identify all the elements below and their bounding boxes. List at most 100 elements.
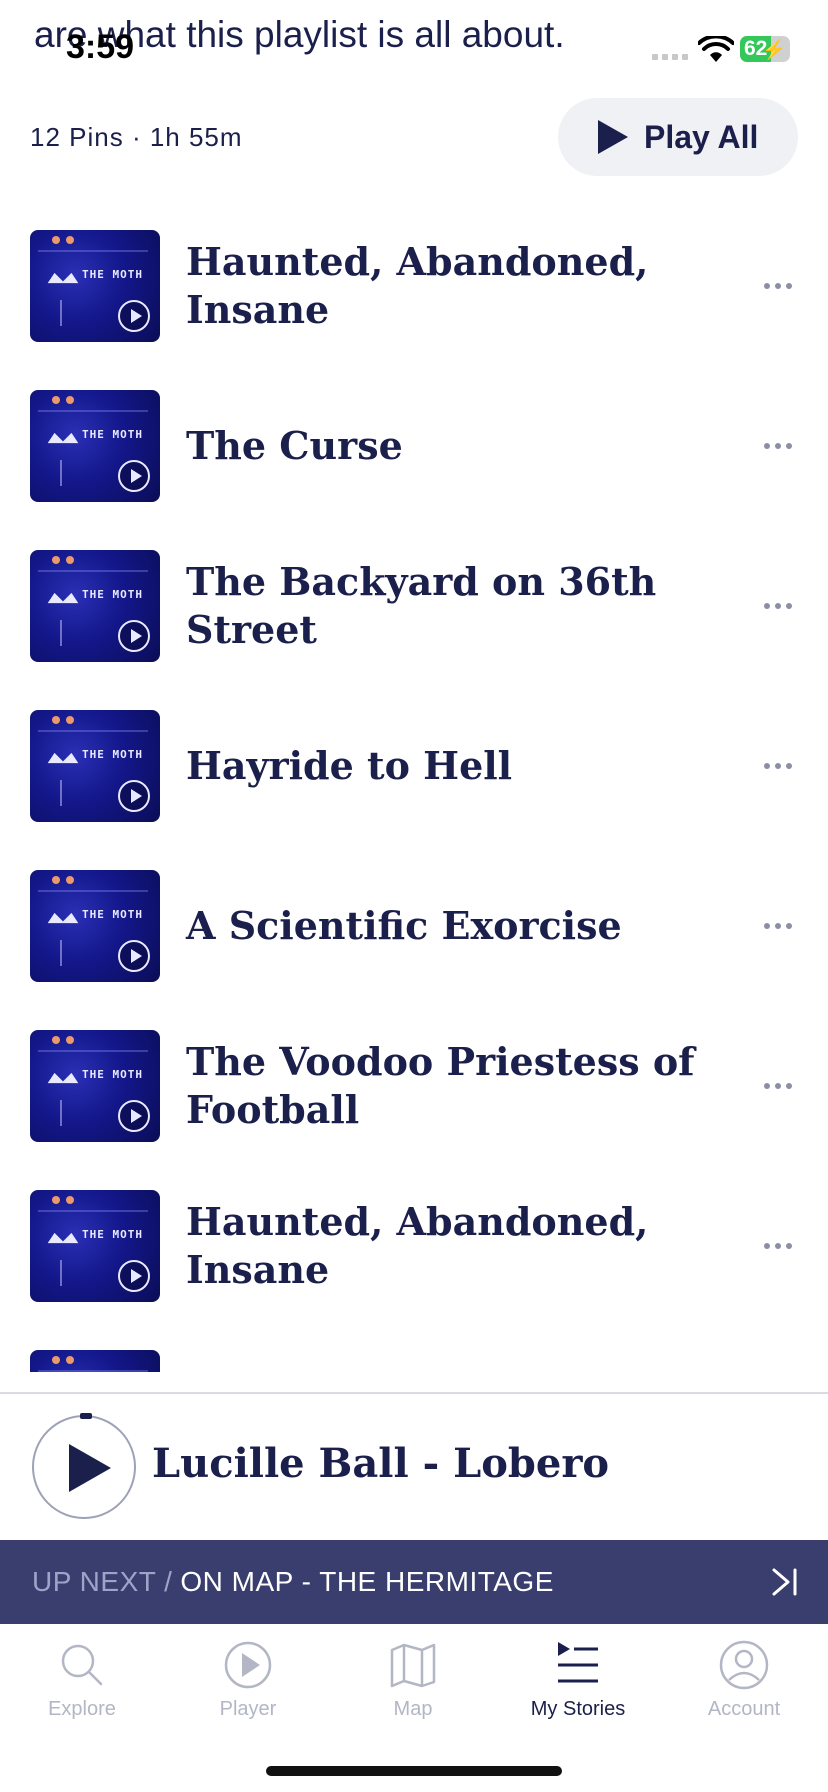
tab-label: Player [219, 1698, 277, 1720]
microphone-icon [60, 1260, 62, 1286]
thumbnail-brand-text: THE MOTH [82, 268, 143, 281]
tab-my-stories[interactable]: My Stories [503, 1640, 653, 1736]
more-options-icon[interactable] [760, 434, 796, 458]
playlist-item[interactable]: THE MOTH The Backyard on 36th Street [0, 550, 828, 662]
story-thumbnail: THE MOTH [30, 550, 160, 662]
story-title: The Backyard on 36th Street [186, 559, 657, 652]
skip-next-icon[interactable] [770, 1566, 800, 1598]
more-options-icon[interactable] [760, 1074, 796, 1098]
account-icon [719, 1640, 769, 1690]
play-icon [598, 120, 628, 154]
play-circle-icon[interactable] [118, 620, 150, 652]
play-circle-icon[interactable] [118, 1100, 150, 1132]
playlist-item[interactable]: THE MOTH Haunted, Abandoned, Insane [0, 230, 828, 342]
light-streak [38, 410, 148, 412]
microphone-icon [60, 780, 62, 806]
play-circle-icon [224, 1641, 272, 1689]
more-options-icon[interactable] [760, 594, 796, 618]
tab-player[interactable]: Player [173, 1640, 323, 1736]
microphone-icon [60, 620, 62, 646]
story-thumbnail: THE MOTH [30, 1350, 160, 1372]
moth-logo-icon [47, 1072, 79, 1084]
play-all-label: Play All [644, 118, 759, 155]
tab-label: Account [707, 1698, 781, 1720]
playlist-item[interactable]: THE MOTH A Scientific Exorcise [0, 870, 828, 982]
light-streak [38, 1210, 148, 1212]
light-streak [38, 890, 148, 892]
tab-account[interactable]: Account [669, 1640, 819, 1736]
tab-label: Explore [48, 1698, 116, 1720]
play-all-button[interactable]: Play All [558, 98, 798, 176]
status-bar: are what this playlist is all about. 3:5… [0, 0, 828, 70]
moth-logo-icon [47, 272, 79, 284]
stage-lights [52, 396, 80, 404]
more-options-icon[interactable] [760, 1234, 796, 1258]
up-next-bar[interactable]: UP NEXT / ON MAP - THE HERMITAGE [0, 1540, 828, 1624]
play-icon [69, 1444, 111, 1492]
playlist-item[interactable]: THE MOTH Haunted, Abandoned, Insane [0, 1190, 828, 1302]
play-circle-icon[interactable] [118, 460, 150, 492]
story-title: Hayride to Hell [186, 743, 513, 788]
stage-lights [52, 876, 80, 884]
story-thumbnail: THE MOTH [30, 1190, 160, 1302]
story-thumbnail: THE MOTH [30, 390, 160, 502]
story-title [186, 1350, 746, 1372]
cellular-signal-icon [652, 54, 688, 60]
status-time: 3:59 [66, 28, 135, 66]
story-title: The Voodoo Priestess of Football [186, 1039, 695, 1132]
battery-icon: 62 ⚡ [740, 36, 790, 62]
story-title: Haunted, Abandoned, Insane [186, 239, 649, 332]
play-circle-icon[interactable] [118, 940, 150, 972]
stage-lights [52, 1196, 80, 1204]
up-next-label: UP NEXT / [32, 1566, 173, 1597]
search-icon [61, 1644, 103, 1686]
play-circle-icon[interactable] [118, 780, 150, 812]
light-streak [38, 250, 148, 252]
up-next-title: ON MAP - THE HERMITAGE [180, 1566, 554, 1597]
stage-lights [52, 716, 80, 724]
stage-lights [52, 1356, 80, 1364]
microphone-icon [60, 300, 62, 326]
moth-logo-icon [47, 912, 79, 924]
tab-map[interactable]: Map [338, 1640, 488, 1736]
wifi-icon [698, 36, 734, 62]
story-thumbnail: THE MOTH [30, 710, 160, 822]
now-playing-title[interactable]: Lucille Ball - Lobero [152, 1440, 609, 1487]
thumbnail-brand-text: THE MOTH [82, 1068, 143, 1081]
light-streak [38, 570, 148, 572]
story-thumbnail: THE MOTH [30, 870, 160, 982]
tab-bar: Explore Player Map My Stories Account [0, 1626, 828, 1736]
tab-explore[interactable]: Explore [7, 1640, 157, 1736]
light-streak [38, 1370, 148, 1372]
divider [0, 1392, 828, 1394]
playlist-item[interactable]: THE MOTH Hayride to Hell [0, 710, 828, 822]
tab-label: Map [393, 1698, 433, 1720]
thumbnail-brand-text: THE MOTH [82, 588, 143, 601]
story-thumbnail: THE MOTH [30, 1030, 160, 1142]
moth-logo-icon [47, 592, 79, 604]
progress-indicator [80, 1413, 92, 1419]
play-circle-icon[interactable] [118, 300, 150, 332]
story-title: A Scientific Exorcise [186, 903, 622, 948]
stage-lights [52, 1036, 80, 1044]
play-circle-icon[interactable] [118, 1260, 150, 1292]
charging-bolt-icon: ⚡ [762, 40, 786, 61]
now-playing-play-button[interactable] [32, 1413, 136, 1519]
playlist: THE MOTH Haunted, Abandoned, Insane THE MO… [0, 230, 828, 1372]
playlist-item[interactable]: THE MOTH The Voodoo Priestess of Football [0, 1030, 828, 1142]
more-options-icon[interactable] [760, 274, 796, 298]
thumbnail-brand-text: THE MOTH [82, 1228, 143, 1241]
tab-label: My Stories [530, 1698, 626, 1720]
thumbnail-brand-text: THE MOTH [82, 428, 143, 441]
home-indicator [266, 1766, 562, 1776]
microphone-icon [60, 940, 62, 966]
light-streak [38, 1050, 148, 1052]
more-options-icon[interactable] [760, 914, 796, 938]
playlist-item[interactable]: THE MOTH [0, 1350, 828, 1372]
thumbnail-brand-text: THE MOTH [82, 908, 143, 921]
playlist-item[interactable]: THE MOTH The Curse [0, 390, 828, 502]
moth-logo-icon [47, 752, 79, 764]
stage-lights [52, 556, 80, 564]
more-options-icon[interactable] [760, 754, 796, 778]
microphone-icon [60, 460, 62, 486]
